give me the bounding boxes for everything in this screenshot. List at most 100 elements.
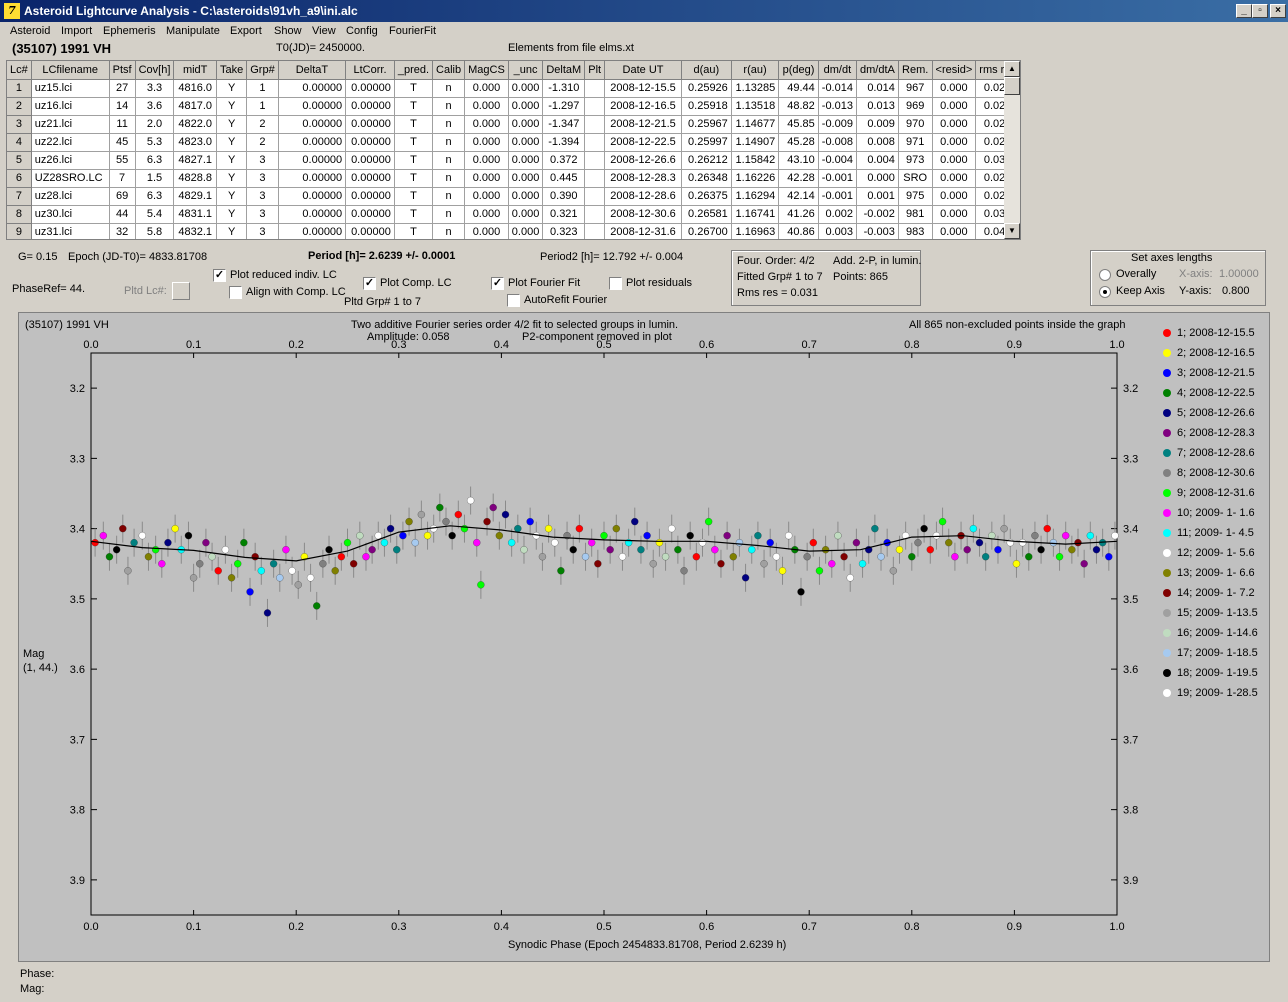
table-cell[interactable]: T <box>394 133 434 152</box>
table-cell[interactable]: 1.16741 <box>731 205 780 224</box>
table-cell[interactable]: 0.390 <box>542 187 586 206</box>
column-header[interactable]: Ptsf <box>109 61 136 80</box>
column-header[interactable]: Plt <box>584 61 606 80</box>
minimize-button[interactable]: _ <box>1236 4 1252 18</box>
table-cell[interactable]: 2008-12-15.5 <box>604 79 682 98</box>
table-cell[interactable]: n <box>432 223 466 239</box>
table-cell[interactable]: 40.86 <box>778 223 819 239</box>
table-cell[interactable]: 6.3 <box>135 151 175 170</box>
table-cell[interactable]: 55 <box>109 151 136 170</box>
align-checkbox[interactable] <box>229 286 242 299</box>
table-cell[interactable] <box>584 169 606 188</box>
column-header[interactable]: _unc <box>508 61 544 80</box>
table-cell[interactable]: 0.000 <box>508 97 544 116</box>
table-cell[interactable]: T <box>394 205 434 224</box>
table-cell[interactable]: T <box>394 223 434 239</box>
table-cell[interactable]: 2 <box>246 133 279 152</box>
table-cell[interactable]: SRO <box>898 169 933 188</box>
table-cell[interactable]: -0.002 <box>856 205 899 224</box>
table-cell[interactable] <box>584 133 606 152</box>
table-cell[interactable]: 2008-12-30.6 <box>604 205 682 224</box>
table-row[interactable]: 2 uz16.lci 14 3.6 4817.0 Y 1 0.00000 0.00000 Tn 0.… <box>7 97 1020 116</box>
table-cell[interactable]: -0.014 <box>818 79 857 98</box>
menu-view[interactable]: View <box>312 25 336 37</box>
table-cell[interactable]: 969 <box>898 97 933 116</box>
table-cell[interactable]: 4831.1 <box>173 205 217 224</box>
table-cell[interactable]: 0.00000 <box>345 223 395 239</box>
table-row[interactable]: 3 uz21.lci 11 2.0 4822.0 Y 2 0.00000 0.00000 Tn 0.… <box>7 115 1020 134</box>
table-cell[interactable]: 0.000 <box>464 97 509 116</box>
menu-ephemeris[interactable]: Ephemeris <box>103 25 156 37</box>
table-cell[interactable]: 2008-12-16.5 <box>604 97 682 116</box>
column-header[interactable]: DeltaT <box>278 61 347 80</box>
table-cell[interactable]: -0.001 <box>818 187 857 206</box>
table-row[interactable]: 6 UZ28SRO.LC 7 1.5 4828.8 Y 3 0.00000 0.00000 Tn 0… <box>7 169 1020 188</box>
column-header[interactable]: r(au) <box>731 61 780 80</box>
table-cell[interactable]: 3.3 <box>135 79 175 98</box>
table-cell[interactable]: 0.00000 <box>345 79 395 98</box>
menu-export[interactable]: Export <box>230 25 262 37</box>
close-button[interactable]: × <box>1270 4 1286 18</box>
table-cell[interactable]: uz31.lci <box>31 223 110 239</box>
table-cell[interactable]: -1.394 <box>542 133 586 152</box>
autorefit-checkbox[interactable] <box>507 294 520 307</box>
table-row[interactable]: 5 uz26.lci 55 6.3 4827.1 Y 3 0.00000 0.00000 Tn 0.… <box>7 151 1020 170</box>
table-cell[interactable]: 0.00000 <box>278 97 347 116</box>
table-cell[interactable]: 45 <box>109 133 136 152</box>
table-cell[interactable]: 8 <box>7 205 32 224</box>
table-cell[interactable]: 5.3 <box>135 133 175 152</box>
table-cell[interactable]: 0.00000 <box>278 133 347 152</box>
table-cell[interactable]: 1 <box>7 79 32 98</box>
table-cell[interactable]: 3 <box>7 115 32 134</box>
table-cell[interactable]: 32 <box>109 223 136 239</box>
table-cell[interactable]: uz28.lci <box>31 187 110 206</box>
table-cell[interactable]: 0.013 <box>856 97 899 116</box>
table-cell[interactable]: 4823.0 <box>173 133 217 152</box>
table-cell[interactable]: T <box>394 169 434 188</box>
column-header[interactable]: Rem. <box>898 61 933 80</box>
column-header[interactable]: _pred. <box>394 61 434 80</box>
table-cell[interactable]: 0.000 <box>508 205 544 224</box>
table-cell[interactable]: 0.000 <box>508 169 544 188</box>
table-cell[interactable] <box>584 151 606 170</box>
table-cell[interactable]: 0.00000 <box>345 133 395 152</box>
table-cell[interactable]: 2008-12-28.3 <box>604 169 682 188</box>
table-cell[interactable]: 0.26212 <box>681 151 732 170</box>
table-cell[interactable]: 0.00000 <box>278 79 347 98</box>
table-cell[interactable]: 1.14677 <box>731 115 780 134</box>
table-cell[interactable]: Y <box>216 133 248 152</box>
table-cell[interactable]: 6.3 <box>135 187 175 206</box>
table-cell[interactable]: 973 <box>898 151 933 170</box>
menu-asteroid[interactable]: Asteroid <box>10 25 50 37</box>
scroll-thumb[interactable] <box>1004 77 1020 95</box>
table-cell[interactable]: -1.347 <box>542 115 586 134</box>
table-cell[interactable]: n <box>432 205 466 224</box>
table-cell[interactable]: 0.000 <box>464 79 509 98</box>
table-cell[interactable]: 0.000 <box>464 223 509 239</box>
column-header[interactable]: Date UT <box>604 61 682 80</box>
table-cell[interactable]: 0.000 <box>464 133 509 152</box>
table-cell[interactable]: -1.310 <box>542 79 586 98</box>
table-cell[interactable]: Y <box>216 223 248 239</box>
table-cell[interactable]: 0.372 <box>542 151 586 170</box>
table-cell[interactable]: 0.000 <box>932 205 977 224</box>
table-cell[interactable]: 0.00000 <box>278 187 347 206</box>
table-cell[interactable]: 0.25926 <box>681 79 732 98</box>
table-cell[interactable]: 975 <box>898 187 933 206</box>
column-header[interactable]: d(au) <box>681 61 732 80</box>
table-cell[interactable]: 5.8 <box>135 223 175 239</box>
table-cell[interactable]: -1.297 <box>542 97 586 116</box>
table-cell[interactable]: T <box>394 79 434 98</box>
table-cell[interactable] <box>584 97 606 116</box>
table-cell[interactable]: 0.323 <box>542 223 586 239</box>
column-header[interactable]: dm/dtA <box>856 61 899 80</box>
table-cell[interactable]: 42.14 <box>778 187 819 206</box>
table-cell[interactable]: 2008-12-26.6 <box>604 151 682 170</box>
table-cell[interactable]: 0.000 <box>508 151 544 170</box>
table-cell[interactable]: 0.000 <box>932 169 977 188</box>
menu-show[interactable]: Show <box>274 25 302 37</box>
table-cell[interactable]: 983 <box>898 223 933 239</box>
table-cell[interactable]: 49.44 <box>778 79 819 98</box>
lightcurve-plot[interactable]: (35107) 1991 VH Two additive Fourier ser… <box>18 312 1270 962</box>
table-cell[interactable]: 0.321 <box>542 205 586 224</box>
